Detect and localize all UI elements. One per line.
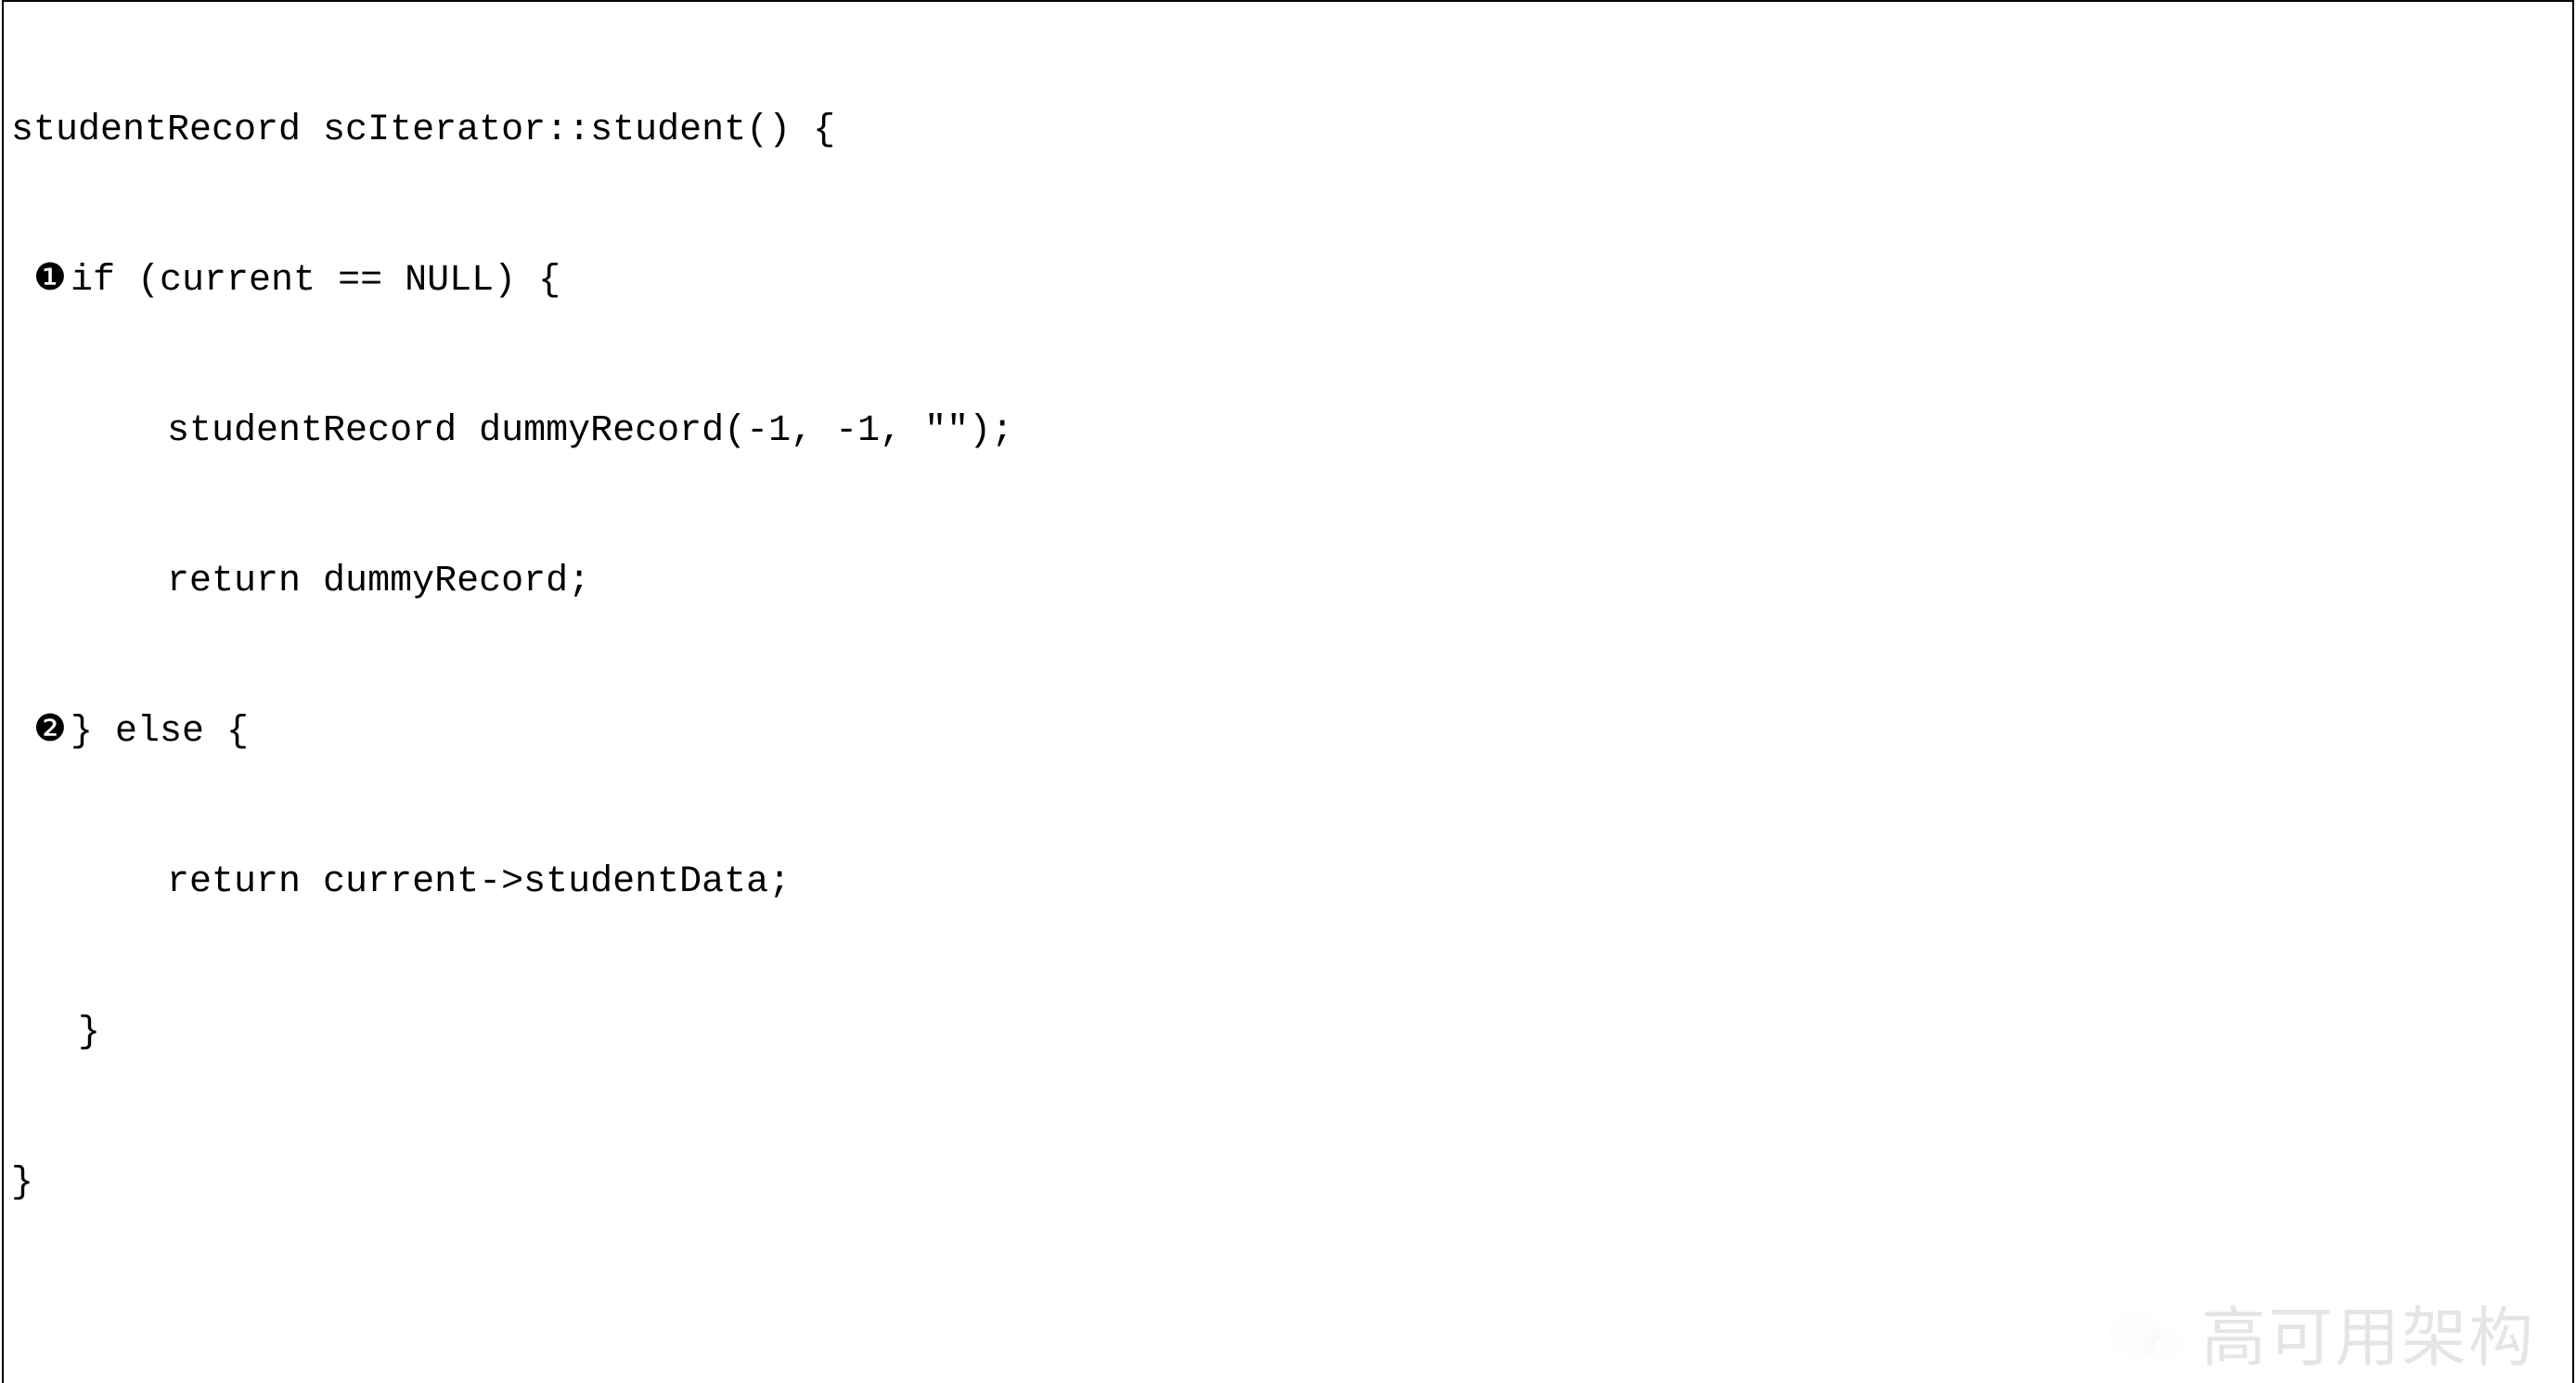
code-text: } [11, 1012, 100, 1053]
code-line: ❷} else { [11, 707, 2565, 757]
code-line: ❶if (current == NULL) { [11, 256, 2565, 306]
code-text: studentRecord dummyRecord(-1, -1, ""); [11, 410, 1013, 452]
code-text: } [11, 1162, 33, 1204]
code-line: studentRecord dummyRecord(-1, -1, ""); [11, 407, 2565, 457]
code-text: studentRecord scIterator::student() { [11, 110, 835, 151]
watermark: 高可用架构 [2106, 1294, 2535, 1382]
code-snippet-box: studentRecord scIterator::student() { ❶i… [2, 0, 2574, 1383]
callout-marker-1: ❶ [33, 256, 71, 306]
code-text: return dummyRecord; [11, 561, 590, 602]
code-line: studentRecord scIterator::student() { [11, 106, 2565, 156]
callout-marker-2: ❷ [33, 707, 71, 757]
code-line: return current->studentData; [11, 858, 2565, 908]
code-line: } [11, 1008, 2565, 1058]
watermark-text: 高可用架构 [2201, 1294, 2535, 1382]
code-text: return current->studentData; [11, 861, 791, 903]
code-text: } else { [71, 711, 249, 753]
code-line: return dummyRecord; [11, 557, 2565, 607]
code-text: if (current == NULL) { [71, 260, 560, 302]
code-line: } [11, 1158, 2565, 1209]
chat-bubble-icon [2106, 1305, 2190, 1370]
